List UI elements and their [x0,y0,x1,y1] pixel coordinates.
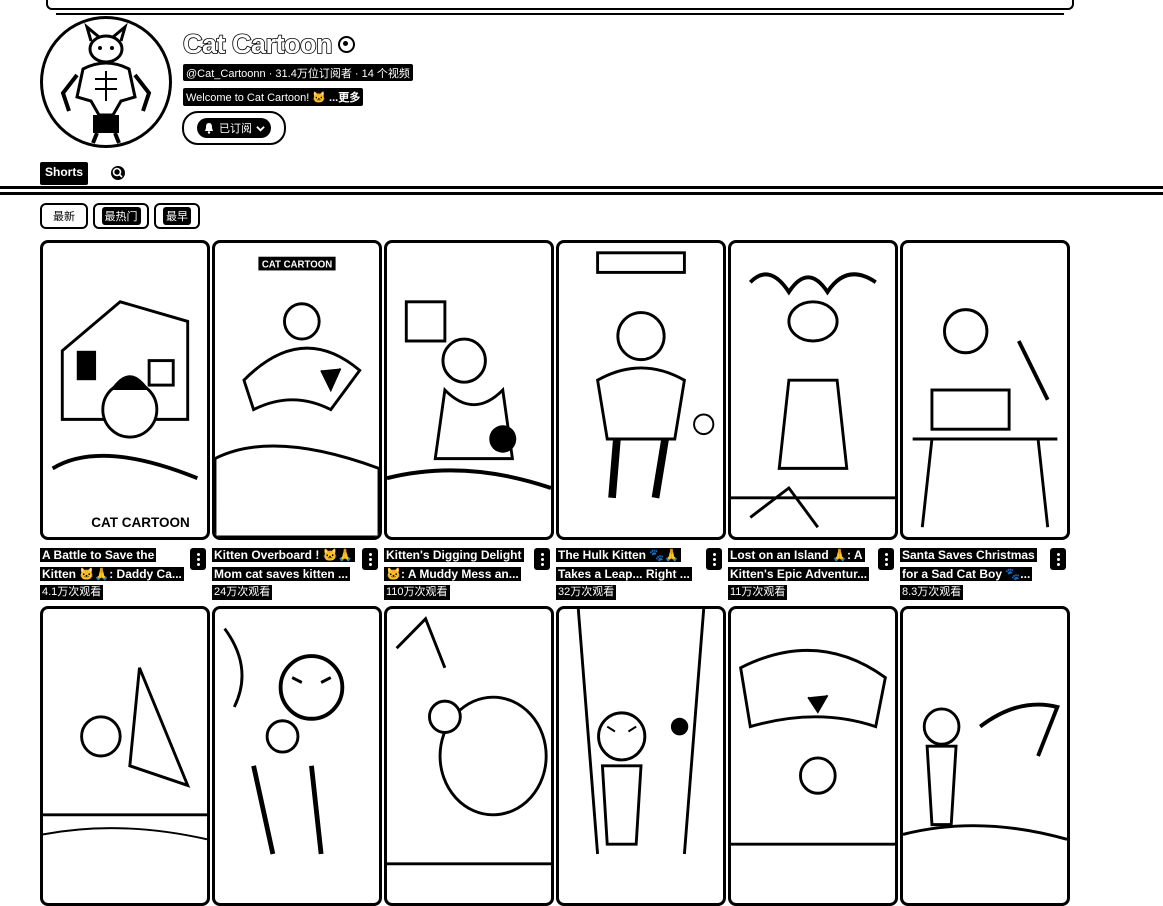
tab-shorts[interactable]: Shorts [40,161,89,185]
bell-icon [205,123,213,134]
street-thumbnail-art [576,609,706,855]
short-title-text: A Battle to Save the Kitten 🐱🙏: Daddy Ca… [40,548,184,581]
chip-label: 最新 [50,207,78,225]
channel-tabs: Shorts [40,160,128,186]
short-thumbnail[interactable] [728,606,898,906]
channel-meta: @Cat_Cartoonn · 31.4万位订阅者 · 14 个视频 [183,64,413,81]
short-title-text: Kitten Overboard ! 🐱🙏 Mom cat saves kitt… [212,548,355,581]
short-thumbnail[interactable]: CAT CARTOON [40,240,210,540]
subscribed-button[interactable]: 已订阅 [182,111,286,145]
house-thumbnail-art: CAT CARTOON [51,300,199,530]
verified-icon [338,35,355,53]
view-count: 24万次观看 [212,585,273,600]
more-options-icon[interactable] [362,548,378,570]
short-thumbnail[interactable] [384,240,554,540]
short-thumbnail[interactable] [40,606,210,906]
octopus-thumbnail-art [731,272,895,529]
cat-bodybuilder-avatar-icon [46,22,166,144]
short-thumbnail[interactable] [384,606,554,906]
short-title[interactable]: Kitten's Digging Delight 🐱: A Muddy Mess… [384,546,532,584]
channel-avatar[interactable] [40,16,172,148]
view-count: 8.3万次观看 [900,585,964,600]
filter-chip-oldest[interactable]: 最早 [154,203,200,229]
short-title[interactable]: Kitten Overboard ! 🐱🙏 Mom cat saves kitt… [212,546,360,584]
digging-thumbnail-art [387,300,551,490]
short-thumbnail[interactable] [728,240,898,540]
short-title-text: Lost on an Island 🙏: A Kitten's Epic Adv… [728,548,870,581]
short-title[interactable]: A Battle to Save the Kitten 🐱🙏: Daddy Ca… [40,546,188,584]
subscribed-label: 已订阅 [219,123,252,135]
filter-chip-latest[interactable]: 最新 [40,203,88,229]
channel-description[interactable]: Welcome to Cat Cartoon! 🐱 ...更多 [183,88,364,106]
svg-text:CAT CARTOON: CAT CARTOON [91,515,190,530]
tiger-thumbnail-art [223,627,345,855]
view-count: 110万次观看 [384,585,450,600]
more-options-icon[interactable] [190,548,206,570]
short-title-text: The Hulk Kitten 🐾🙏 Takes a Leap... Right… [556,548,692,581]
view-count: 11万次观看 [728,585,788,600]
short-title-text: Santa Saves Christmas for a Sad Cat Boy … [900,548,1037,581]
more-options-icon[interactable] [534,548,550,570]
hulk-thumbnail-art [595,251,715,499]
thumbnail-overlay-text: CAT CARTOON [262,259,332,270]
short-thumbnail[interactable] [556,606,726,906]
more-link[interactable]: ...更多 [329,89,360,105]
search-icon [111,166,126,180]
description-text: Welcome to Cat Cartoon! 🐱 [186,91,327,104]
view-count: 4.1万次观看 [40,585,104,600]
short-thumbnail[interactable]: CAT CARTOON [212,240,382,540]
more-options-icon[interactable] [1050,548,1066,570]
short-title[interactable]: Lost on an Island 🙏: A Kitten's Epic Adv… [728,546,876,584]
chip-label: 最早 [163,207,191,225]
chip-label: 最热门 [101,207,141,225]
santa-thumbnail-art [912,308,1058,528]
channel-name: Cat Cartoon [182,28,333,60]
short-thumbnail[interactable] [212,606,382,906]
tabs-divider-2 [0,192,1163,195]
filter-chip-popular[interactable]: 最热门 [93,203,149,229]
short-title-text: Kitten's Digging Delight 🐱: A Muddy Mess… [384,548,524,581]
search-tab-button[interactable] [108,163,128,183]
more-options-icon[interactable] [878,548,894,570]
top-frame [46,0,1074,15]
short-thumbnail[interactable] [900,240,1070,540]
shark2-thumbnail-art [43,667,207,841]
giant-thumbnail-art [387,616,551,866]
sort-filter-chips: 最新 最热门 最早 [40,203,200,229]
more-options-icon[interactable] [706,548,722,570]
croc-thumbnail-art [903,702,1067,841]
tabs-divider [0,186,1163,189]
view-count: 32万次观看 [556,585,617,600]
short-thumbnail[interactable] [556,240,726,540]
shark-thumbnail-art: CAT CARTOON [215,256,379,537]
short-title[interactable]: The Hulk Kitten 🐾🙏 Takes a Leap... Right… [556,546,704,584]
channel-title: Cat Cartoon [182,28,355,60]
chevron-down-icon [256,125,265,132]
short-thumbnail[interactable] [900,606,1070,906]
short-title[interactable]: Santa Saves Christmas for a Sad Cat Boy … [900,546,1048,584]
shark3-thumbnail-art [731,648,895,846]
